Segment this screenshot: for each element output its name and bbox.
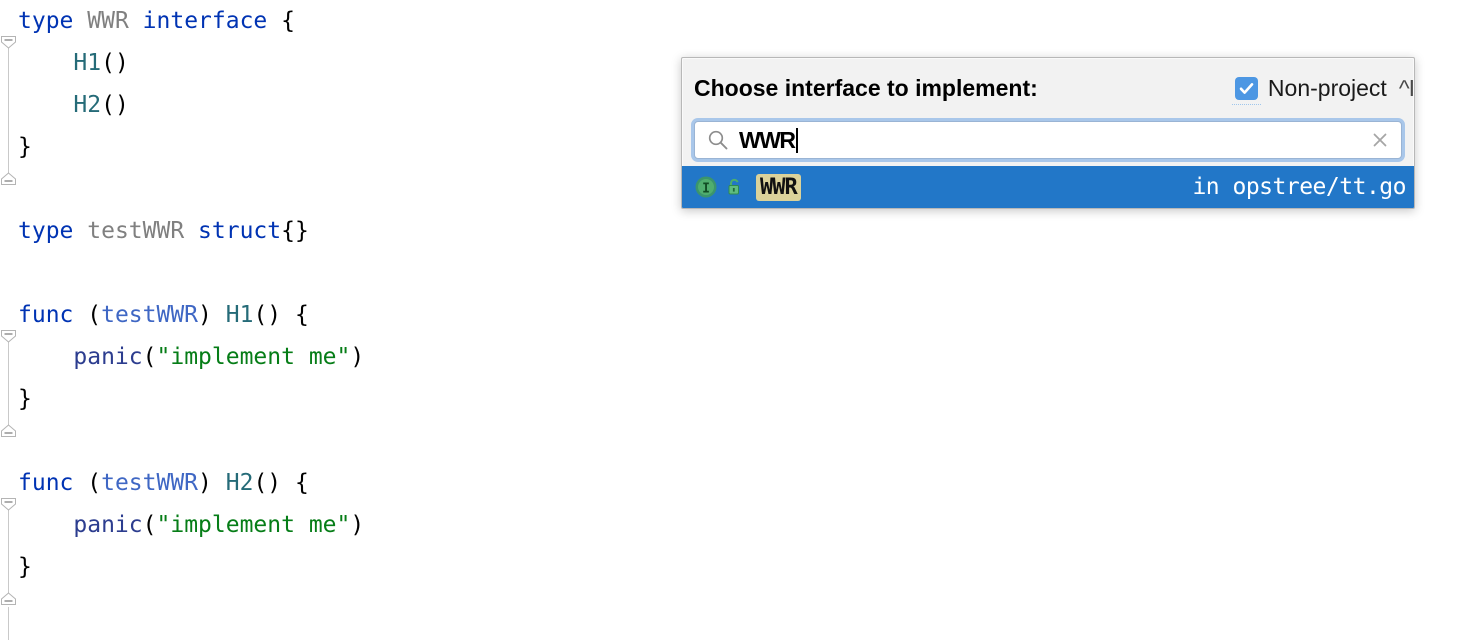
fold-region-end-icon[interactable] [0,422,17,439]
code-token: } [18,554,32,580]
code-token: WWR [87,8,129,34]
code-line: } [18,126,364,168]
code-line: type WWR interface { [18,0,364,42]
fold-collapse-icon[interactable] [0,328,17,345]
text-caret [795,127,798,153]
public-unlocked-icon [728,178,739,195]
search-icon [708,130,728,150]
fold-collapse-icon[interactable] [0,496,17,513]
search-input[interactable]: WWR [694,121,1402,159]
fold-region-end-icon[interactable] [0,170,17,187]
code-line: panic("implement me") [18,336,364,378]
code-token: struct [198,218,282,244]
search-value: WWR [739,126,796,153]
choose-interface-popup[interactable]: Choose interface to implement: Non-proje… [681,57,1415,209]
search-text-container: WWR [739,127,1369,154]
code-token: func [18,302,74,328]
search-field-focus-ring: WWR [691,118,1405,162]
code-token: interface [142,8,268,34]
svg-text:I: I [702,182,710,197]
code-token: ) [198,302,226,328]
code-token: testWWR [101,302,199,328]
code-token: () [101,92,129,118]
code-token: "implement me" [156,512,351,538]
code-token: ( [73,470,102,496]
code-token: ) [350,344,365,370]
code-token: "implement me" [156,344,351,370]
source-code[interactable]: type WWR interface { H1() H2()} type test… [18,0,364,588]
non-project-shortcut: ^I [1398,74,1414,101]
interface-icon: I [695,176,717,198]
code-token: } [18,386,32,412]
code-token: func [18,470,74,496]
result-name: WWR [756,173,801,203]
code-token: ) [350,512,365,538]
code-token: type [18,8,74,34]
code-token: panic [73,512,143,538]
code-line: H2() [18,84,364,126]
code-token: H1 [225,302,254,328]
wavy-underline [758,198,799,203]
code-token: H2 [73,92,102,118]
code-token: { [267,8,295,34]
checkmark-icon [1239,82,1254,94]
code-line: panic("implement me") [18,504,364,546]
code-token: ) [198,470,226,496]
code-line: type testWWR struct{} [18,210,364,252]
code-token: panic [73,344,143,370]
code-token: H1 [73,50,102,76]
editor-gutter[interactable] [0,0,18,640]
code-token: {} [281,218,309,244]
code-line: } [18,378,364,420]
code-token: ( [142,512,157,538]
result-location: in opstree/tt.go [1192,174,1406,200]
code-token: testWWR [101,470,199,496]
result-name-text: WWR [760,174,798,200]
code-token: H2 [225,470,254,496]
fold-region-line [8,38,9,182]
list-item[interactable]: I WWR in opstree/tt.go [682,166,1414,208]
non-project-label: Non-project [1267,74,1387,101]
code-token: ( [142,344,157,370]
code-token: testWWR [87,218,185,244]
code-line: func (testWWR) H2() { [18,462,364,504]
code-token: ( [73,302,102,328]
popup-header: Choose interface to implement: Non-proje… [682,58,1414,118]
code-token: () { [253,470,309,496]
code-token: } [18,134,32,160]
non-project-checkbox[interactable] [1231,76,1261,105]
code-line: H1() [18,42,364,84]
code-token: () [101,50,129,76]
code-line: } [18,546,364,588]
results-list[interactable]: I WWR in opstree/tt.go [682,166,1414,208]
code-token: type [18,218,74,244]
fold-collapse-icon[interactable] [0,34,17,51]
fold-region-line [8,500,9,602]
code-line: func (testWWR) H1() { [18,294,364,336]
clear-x-icon[interactable] [1369,129,1391,151]
code-token: () { [253,302,309,328]
fold-region-end-icon[interactable] [0,590,17,607]
non-project-control[interactable]: Non-project ^I [1231,74,1414,105]
fold-region-line [8,607,9,640]
fold-region-line [8,332,9,434]
page-title: Choose interface to implement: [694,74,1038,101]
